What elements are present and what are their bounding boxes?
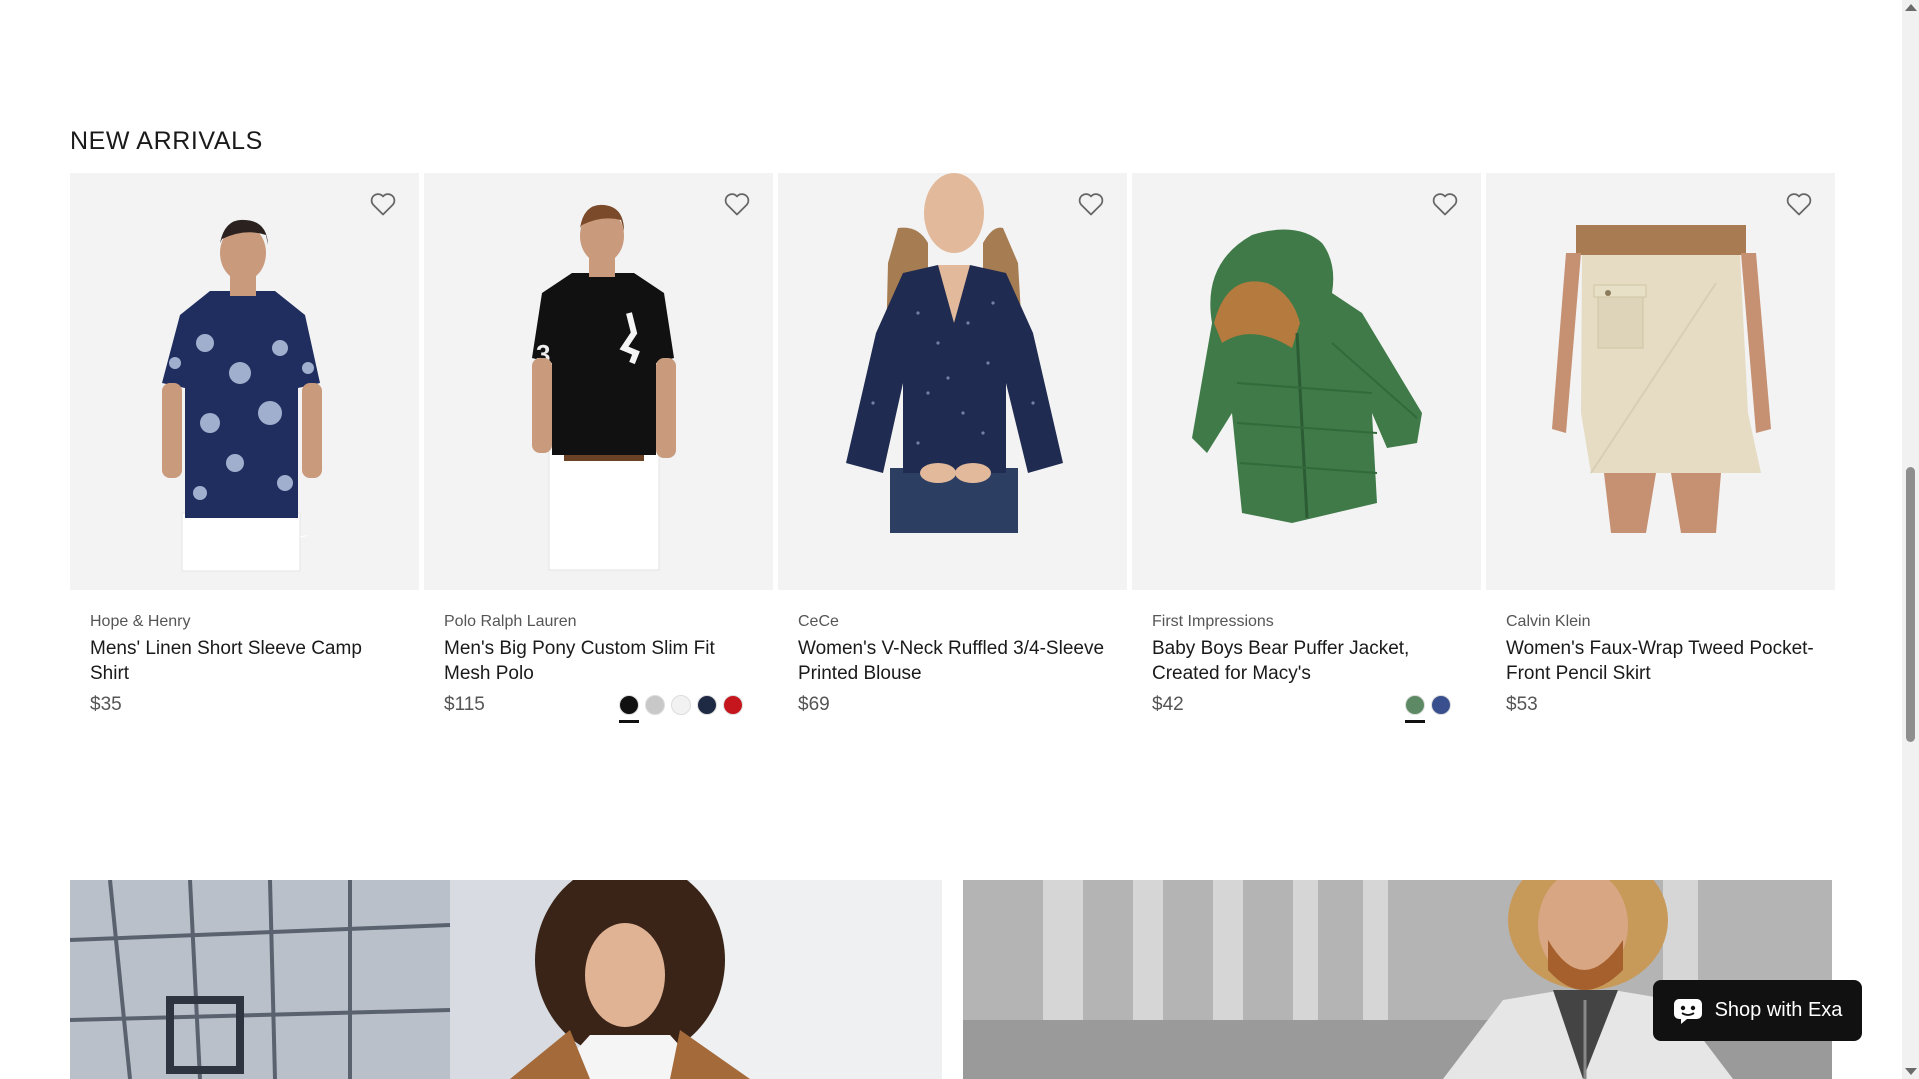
favorite-button[interactable] bbox=[369, 191, 397, 217]
favorite-button[interactable] bbox=[723, 191, 751, 217]
color-swatch[interactable] bbox=[1405, 695, 1425, 723]
product-brand: Hope & Henry bbox=[90, 613, 191, 630]
product-name[interactable]: Men's Big Pony Custom Slim Fit Mesh Polo bbox=[444, 636, 753, 686]
product-image[interactable] bbox=[1132, 173, 1481, 590]
product-price: $53 bbox=[1506, 694, 1538, 715]
product-card[interactable]: First Impressions Baby Boys Bear Puffer … bbox=[1132, 173, 1481, 723]
product-price: $69 bbox=[798, 694, 830, 715]
product-brand: Polo Ralph Lauren bbox=[444, 613, 577, 630]
product-photo: 3 bbox=[424, 173, 773, 590]
product-photo bbox=[778, 173, 1127, 590]
product-name[interactable]: Baby Boys Bear Puffer Jacket, Created fo… bbox=[1152, 636, 1461, 686]
color-swatch[interactable] bbox=[671, 695, 691, 715]
product-info: Hope & Henry Mens' Linen Short Sleeve Ca… bbox=[70, 590, 419, 716]
color-swatches bbox=[619, 695, 753, 723]
product-image[interactable]: 3 bbox=[424, 173, 773, 590]
product-image[interactable] bbox=[1486, 173, 1835, 590]
promo-banner-women[interactable] bbox=[70, 880, 942, 1079]
promo-banners bbox=[70, 880, 1832, 1079]
product-info: CeCe Women's V-Neck Ruffled 3/4-Sleeve P… bbox=[778, 590, 1127, 716]
heart-outline-icon bbox=[1432, 193, 1458, 216]
color-swatches bbox=[1405, 695, 1461, 723]
product-info: Polo Ralph Lauren Men's Big Pony Custom … bbox=[424, 590, 773, 723]
color-swatch[interactable] bbox=[1431, 695, 1451, 715]
product-card[interactable]: CeCe Women's V-Neck Ruffled 3/4-Sleeve P… bbox=[778, 173, 1127, 716]
product-card[interactable]: Calvin Klein Women's Faux-Wrap Tweed Poc… bbox=[1486, 173, 1835, 716]
heart-outline-icon bbox=[724, 193, 750, 216]
color-swatch[interactable] bbox=[619, 695, 639, 723]
product-photo bbox=[1132, 173, 1481, 590]
favorite-button[interactable] bbox=[1431, 191, 1459, 217]
shop-with-exa-button[interactable]: Shop with Exa bbox=[1653, 980, 1862, 1041]
product-info: Calvin Klein Women's Faux-Wrap Tweed Poc… bbox=[1486, 590, 1835, 716]
heart-outline-icon bbox=[1078, 193, 1104, 216]
scroll-down-arrow-icon[interactable] bbox=[1905, 1068, 1917, 1075]
chat-bot-icon bbox=[1673, 998, 1702, 1024]
product-name[interactable]: Mens' Linen Short Sleeve Camp Shirt bbox=[90, 636, 399, 686]
product-image[interactable] bbox=[70, 173, 419, 590]
color-swatch[interactable] bbox=[645, 695, 665, 715]
product-info: First Impressions Baby Boys Bear Puffer … bbox=[1132, 590, 1481, 723]
color-swatch[interactable] bbox=[697, 695, 717, 715]
banner-photo bbox=[70, 880, 942, 1079]
product-carousel: Hope & Henry Mens' Linen Short Sleeve Ca… bbox=[70, 173, 1835, 723]
favorite-button[interactable] bbox=[1077, 191, 1105, 217]
scroll-up-arrow-icon[interactable] bbox=[1905, 4, 1917, 11]
heart-outline-icon bbox=[370, 193, 396, 216]
product-photo bbox=[1486, 173, 1835, 590]
section-title: NEW ARRIVALS bbox=[70, 127, 263, 155]
favorite-button[interactable] bbox=[1785, 191, 1813, 217]
heart-outline-icon bbox=[1786, 193, 1812, 216]
product-card[interactable]: 3 Polo Ralph Lauren Men's Big Pony Custo… bbox=[424, 173, 773, 723]
product-price: $115 bbox=[444, 694, 485, 715]
scroll-thumb[interactable] bbox=[1906, 467, 1915, 742]
product-brand: CeCe bbox=[798, 613, 839, 630]
product-price: $35 bbox=[90, 694, 122, 715]
product-name[interactable]: Women's V-Neck Ruffled 3/4-Sleeve Printe… bbox=[798, 636, 1107, 686]
color-swatch[interactable] bbox=[723, 695, 743, 715]
product-image[interactable] bbox=[778, 173, 1127, 590]
product-brand: First Impressions bbox=[1152, 613, 1274, 630]
product-card[interactable]: Hope & Henry Mens' Linen Short Sleeve Ca… bbox=[70, 173, 419, 716]
product-name[interactable]: Women's Faux-Wrap Tweed Pocket-Front Pen… bbox=[1506, 636, 1815, 686]
shop-with-exa-label: Shop with Exa bbox=[1714, 999, 1843, 1021]
product-price: $42 bbox=[1152, 694, 1184, 715]
product-brand: Calvin Klein bbox=[1506, 613, 1591, 630]
product-photo bbox=[70, 173, 419, 590]
page-scrollbar[interactable] bbox=[1902, 0, 1919, 1079]
